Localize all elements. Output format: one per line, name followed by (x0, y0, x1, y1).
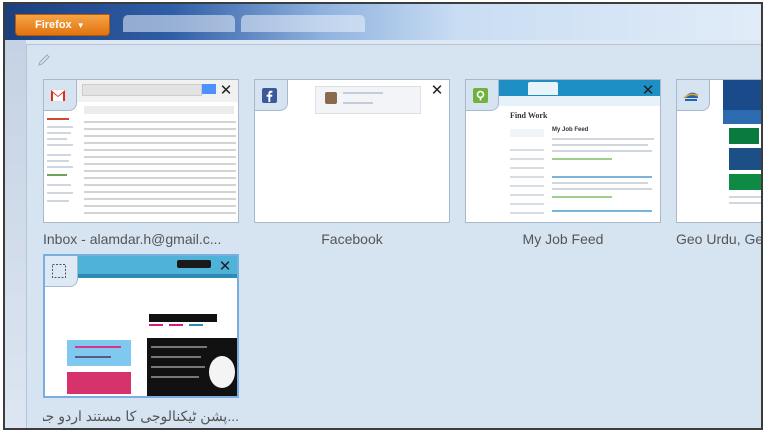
tab-title: Inbox - alamdar.h@gmail.c... (43, 231, 222, 247)
tab-tile-urdu-journal[interactable]: ✕ ...پشن ٹیکنالوجی کا مستند اردو جریدہ (43, 254, 239, 428)
geo-news-icon (683, 87, 699, 103)
tab-groups-view: ✕ Inbox - alamdar.h@gmail.c... ✕ Faceboo… (5, 40, 761, 428)
odesk-icon (472, 87, 488, 103)
tab-title: My Job Feed (522, 231, 604, 247)
tab-thumbnail[interactable] (676, 79, 761, 223)
firefox-menu-button[interactable]: Firefox ▼ (15, 14, 110, 36)
firefox-menu-label: Firefox (35, 19, 72, 31)
tab-group[interactable]: ✕ Inbox - alamdar.h@gmail.c... ✕ Faceboo… (26, 44, 761, 428)
tab-strip: Firefox ▼ (5, 4, 761, 40)
tab-tile-my-job-feed[interactable]: Find Work My Job Feed ✕ My Job Feed (465, 79, 661, 251)
tab-tile-geo-urdu[interactable]: Geo Urdu, Geo (676, 79, 761, 251)
page-heading: Find Work (510, 111, 548, 120)
blurred-tab[interactable] (241, 15, 365, 32)
close-icon[interactable]: ✕ (217, 258, 233, 274)
gmail-icon (50, 87, 66, 103)
tab-tile-gmail[interactable]: ✕ Inbox - alamdar.h@gmail.c... (43, 79, 239, 251)
tab-thumbnail[interactable]: ✕ (254, 79, 450, 223)
tab-thumbnail[interactable]: Find Work My Job Feed ✕ (465, 79, 661, 223)
pencil-icon[interactable] (37, 53, 51, 67)
close-icon[interactable]: ✕ (429, 82, 445, 98)
close-icon[interactable]: ✕ (218, 82, 234, 98)
blank-page-icon (51, 263, 67, 279)
tab-title: Facebook (321, 231, 383, 247)
window-left-edge (5, 40, 26, 428)
email-list (84, 118, 236, 218)
chevron-down-icon: ▼ (76, 20, 85, 30)
section-heading: My Job Feed (552, 127, 589, 133)
tab-title: Geo Urdu, Geo (676, 231, 761, 247)
tab-title: ...پشن ٹیکنالوجی کا مستند اردو جریدہ (43, 408, 239, 424)
tab-thumbnail[interactable]: ✕ (43, 254, 239, 398)
close-icon[interactable]: ✕ (640, 82, 656, 98)
facebook-icon (261, 87, 277, 103)
tab-thumbnail[interactable]: ✕ (43, 79, 239, 223)
browser-window: Firefox ▼ ✕ Inbox - alamdar.h@gmail.c...… (3, 2, 763, 430)
tab-tile-facebook[interactable]: ✕ Facebook (254, 79, 450, 251)
blurred-tab[interactable] (123, 15, 235, 32)
